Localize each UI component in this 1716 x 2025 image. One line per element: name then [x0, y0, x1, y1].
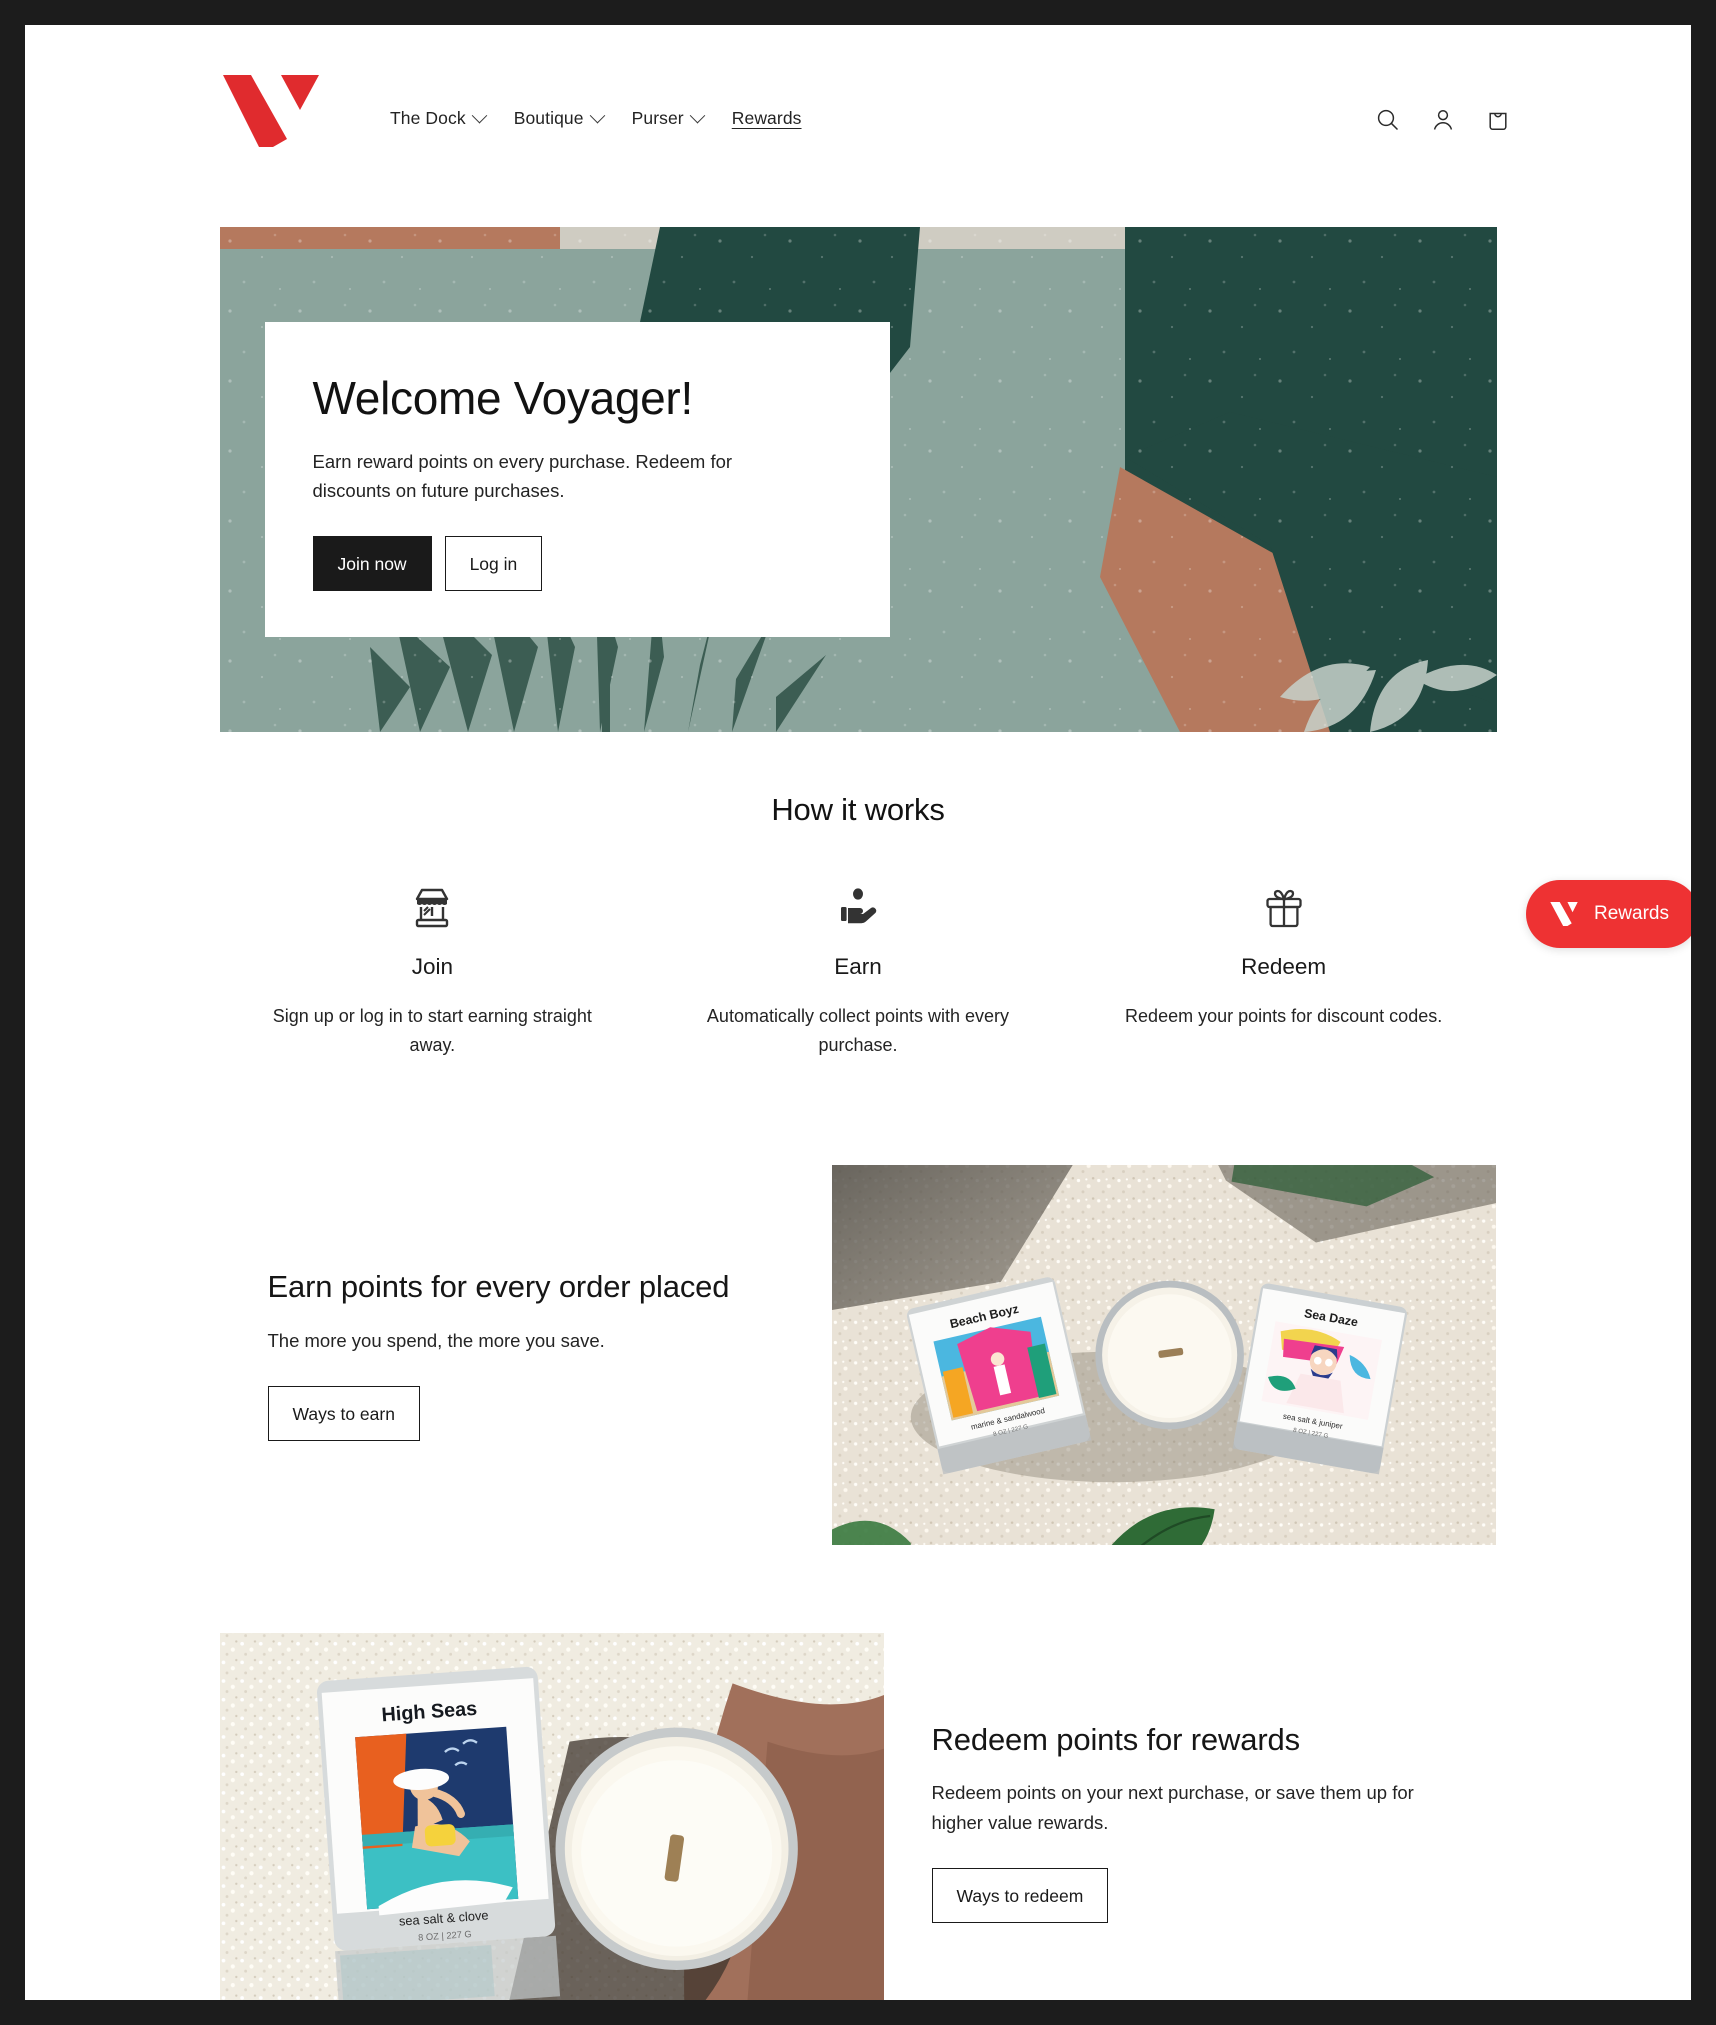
account-icon[interactable]	[1430, 107, 1456, 133]
nav-item-purser[interactable]: Purser	[631, 107, 706, 129]
nav-label: Purser	[631, 108, 684, 128]
earn-points-section: Earn points for every order placed The m…	[220, 1164, 1497, 1545]
earn-points-text: Earn points for every order placed The m…	[220, 1268, 833, 1441]
hero-buttons: Join now Log in	[312, 536, 842, 592]
voyager-v-logo[interactable]	[223, 75, 319, 147]
cart-icon[interactable]	[1485, 107, 1511, 133]
how-it-works-section: How it works Join Sign up or log in to s…	[25, 792, 1691, 1060]
how-it-works-steps: Join Sign up or log in to start earning …	[220, 880, 1497, 1060]
earn-points-title: Earn points for every order placed	[267, 1269, 730, 1305]
rewards-widget-logo-icon	[1550, 902, 1578, 926]
step-text: Redeem your points for discount codes.	[1125, 1006, 1443, 1026]
site-header: The Dock Boutique Purser Rewards	[25, 25, 1691, 147]
step-earn: Earn Automatically collect points with e…	[645, 880, 1071, 1060]
step-text: Sign up or log in to start earning strai…	[272, 1006, 592, 1055]
main-nav: The Dock Boutique Purser Rewards	[390, 107, 802, 129]
redeem-points-text: Redeem points for rewards Redeem points …	[884, 1721, 1497, 1923]
redeem-points-image: High Seas sea salt & clove 8 OZ | 227 G	[219, 1632, 884, 2000]
nav-label: Boutique	[513, 108, 584, 128]
hand-coin-icon	[667, 880, 1049, 936]
nav-label: Rewards	[731, 108, 802, 128]
chevron-down-icon	[471, 107, 487, 124]
storefront-icon	[242, 880, 624, 936]
earn-points-subtitle: The more you spend, the more you save.	[267, 1330, 605, 1352]
nav-label: The Dock	[390, 108, 466, 128]
redeem-points-subtitle: Redeem points on your next purchase, or …	[931, 1782, 1414, 1833]
logo-stroke	[223, 75, 287, 147]
step-text: Automatically collect points with every …	[706, 1006, 1010, 1055]
page-frame: The Dock Boutique Purser Rewards Welcome…	[25, 25, 1691, 2000]
header-actions	[1375, 107, 1511, 133]
how-it-works-title: How it works	[771, 792, 945, 827]
earn-points-image: Beach Boyz marine & sandalwood 8 OZ | 22…	[832, 1164, 1497, 1545]
rewards-widget-button[interactable]: Rewards	[1526, 880, 1691, 948]
rewards-widget-label: Rewards	[1594, 903, 1669, 924]
log-in-button[interactable]: Log in	[444, 536, 543, 592]
logo-triangle	[281, 75, 319, 110]
redeem-points-title: Redeem points for rewards	[931, 1721, 1301, 1757]
step-title: Earn	[834, 954, 882, 979]
search-icon[interactable]	[1375, 107, 1401, 133]
step-join: Join Sign up or log in to start earning …	[220, 880, 646, 1060]
hero-banner: Welcome Voyager! Earn reward points on e…	[219, 227, 1497, 732]
chevron-down-icon	[589, 107, 605, 124]
step-title: Redeem	[1241, 954, 1327, 979]
ways-to-redeem-button[interactable]: Ways to redeem	[931, 1867, 1109, 1923]
hero-card: Welcome Voyager! Earn reward points on e…	[264, 322, 890, 637]
chevron-down-icon	[689, 107, 706, 124]
nav-item-rewards[interactable]: Rewards	[732, 108, 802, 129]
hero-subtitle: Earn reward points on every purchase. Re…	[312, 450, 733, 502]
step-redeem: Redeem Redeem your points for discount c…	[1071, 880, 1497, 1060]
redeem-points-section: High Seas sea salt & clove 8 OZ | 227 G …	[219, 1632, 1497, 2000]
gift-icon	[1093, 880, 1475, 936]
nav-item-the-dock[interactable]: The Dock	[390, 107, 487, 129]
ways-to-earn-button[interactable]: Ways to earn	[267, 1385, 420, 1441]
hero-title: Welcome Voyager!	[312, 372, 694, 424]
step-title: Join	[411, 954, 453, 979]
join-now-button[interactable]: Join now	[312, 536, 432, 592]
nav-item-boutique[interactable]: Boutique	[513, 107, 605, 129]
